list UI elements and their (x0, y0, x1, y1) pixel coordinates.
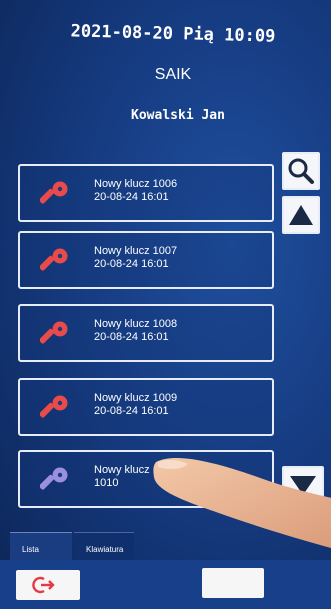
key-name: Nowy klucz 1007 (94, 245, 178, 257)
key-item-1009[interactable]: Nowy klucz 1009 20-08-24 16:01 (18, 378, 274, 436)
search-button[interactable] (282, 152, 320, 190)
key-item-1007[interactable]: Nowy klucz 1007 20-08-24 16:01 (18, 231, 274, 289)
logout-icon (32, 576, 55, 594)
tab-lista[interactable]: Lista (10, 532, 72, 560)
key-item-1006[interactable]: Nowy klucz 1006 20-08-24 16:01 (18, 164, 274, 222)
key-date: 20-08-24 16:01 (94, 191, 169, 203)
key-icon (40, 467, 68, 490)
key-date: 20-08-24 16:01 (94, 405, 169, 417)
key-date: 20-08-24 16:01 (94, 258, 169, 270)
app-title: SAIK (154, 66, 192, 83)
key-name: Nowy klucz 1008 (94, 318, 178, 330)
datetime-display: 2021-08-20 Pią 10:09 (70, 21, 276, 47)
key-name: Nowy klucz (94, 464, 150, 476)
key-date: 1010 (94, 477, 119, 489)
key-icon (40, 321, 68, 344)
key-name: Nowy klucz 1006 (94, 178, 178, 190)
key-icon (40, 181, 68, 204)
tab-bar: Lista Klawiatura (0, 532, 331, 560)
key-name: Nowy klucz 1009 (94, 392, 178, 404)
user-name: Kowalski Jan (131, 108, 225, 123)
key-item-1008[interactable]: Nowy klucz 1008 20-08-24 16:01 (18, 304, 274, 362)
key-date: 20-08-24 16:01 (94, 331, 169, 343)
triangle-up-icon (289, 205, 313, 225)
key-icon (40, 248, 68, 271)
scroll-up-button[interactable] (282, 196, 320, 234)
logout-button[interactable] (16, 570, 80, 600)
key-icon (40, 395, 68, 418)
blank-action-button[interactable] (202, 568, 264, 598)
tab-klawiatura[interactable]: Klawiatura (74, 532, 134, 560)
search-icon (288, 158, 314, 184)
kiosk-screen: 2021-08-20 Pią 10:09 SAIK Kowalski Jan N… (0, 0, 331, 609)
